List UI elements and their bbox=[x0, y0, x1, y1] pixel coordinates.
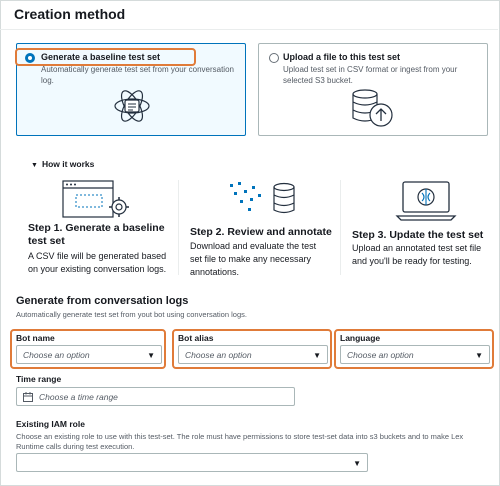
caret-down-icon: ▼ bbox=[353, 459, 361, 468]
caret-down-icon: ▼ bbox=[31, 162, 38, 169]
option-upload-title: Upload a file to this test set bbox=[283, 52, 401, 62]
language-label: Language bbox=[340, 333, 381, 343]
step-3-description: Upload an annotated test set file and yo… bbox=[352, 243, 482, 266]
time-range-placeholder: Choose a time range bbox=[39, 392, 118, 402]
iam-role-description: Choose an existing role to use with this… bbox=[16, 432, 464, 451]
iam-role-select[interactable]: ▼ bbox=[16, 453, 368, 472]
panel-header: Creation method bbox=[0, 0, 498, 30]
panel-title: Creation method bbox=[14, 6, 126, 22]
caret-down-icon: ▼ bbox=[147, 351, 155, 360]
selected-option-highlight bbox=[15, 48, 196, 66]
bot-name-select[interactable]: Choose an option ▼ bbox=[16, 345, 162, 364]
option-upload-description: Upload test set in CSV format or ingest … bbox=[283, 65, 458, 85]
step-2-description: Download and evaluate the test set file … bbox=[190, 241, 317, 277]
how-it-works-toggle[interactable]: ▼ How it works bbox=[31, 159, 94, 169]
data-review-icon bbox=[230, 182, 295, 214]
time-range-label: Time range bbox=[16, 374, 62, 384]
step-3-title: Step 3. Update the test set bbox=[352, 229, 484, 241]
calendar-icon bbox=[23, 392, 33, 402]
option-upload-file[interactable]: Upload a file to this test set Upload te… bbox=[258, 43, 488, 136]
time-range-picker[interactable]: Choose a time range bbox=[16, 387, 295, 406]
laptop-brain-icon bbox=[395, 181, 457, 221]
ai-brain-icon bbox=[114, 90, 150, 122]
how-it-works-label: How it works bbox=[41, 159, 95, 169]
generate-section-description: Automatically generate test set from you… bbox=[16, 310, 247, 319]
language-select[interactable]: Choose an option ▼ bbox=[340, 345, 490, 364]
bot-alias-placeholder: Choose an option bbox=[185, 350, 252, 360]
step-1-title: Step 1. Generate a baseline test set bbox=[28, 222, 165, 247]
step-divider bbox=[340, 180, 341, 275]
caret-down-icon: ▼ bbox=[313, 351, 321, 360]
language-placeholder: Choose an option bbox=[347, 350, 414, 360]
radio-upload-file[interactable] bbox=[269, 53, 279, 63]
generate-section-title: Generate from conversation logs bbox=[16, 295, 189, 307]
caret-down-icon: ▼ bbox=[475, 351, 483, 360]
step-2-title: Step 2. Review and annotate bbox=[190, 226, 332, 238]
browser-settings-icon bbox=[62, 180, 129, 218]
step-1-description: A CSV file will be generated based on yo… bbox=[28, 251, 167, 274]
iam-role-label: Existing IAM role bbox=[16, 419, 85, 429]
step-divider bbox=[178, 180, 179, 275]
option-generate-description: Automatically generate test set from you… bbox=[41, 65, 234, 85]
bot-name-label: Bot name bbox=[16, 333, 55, 343]
bot-name-placeholder: Choose an option bbox=[23, 350, 90, 360]
database-upload-icon bbox=[352, 89, 393, 127]
bot-alias-select[interactable]: Choose an option ▼ bbox=[178, 345, 328, 364]
bot-alias-label: Bot alias bbox=[178, 333, 214, 343]
